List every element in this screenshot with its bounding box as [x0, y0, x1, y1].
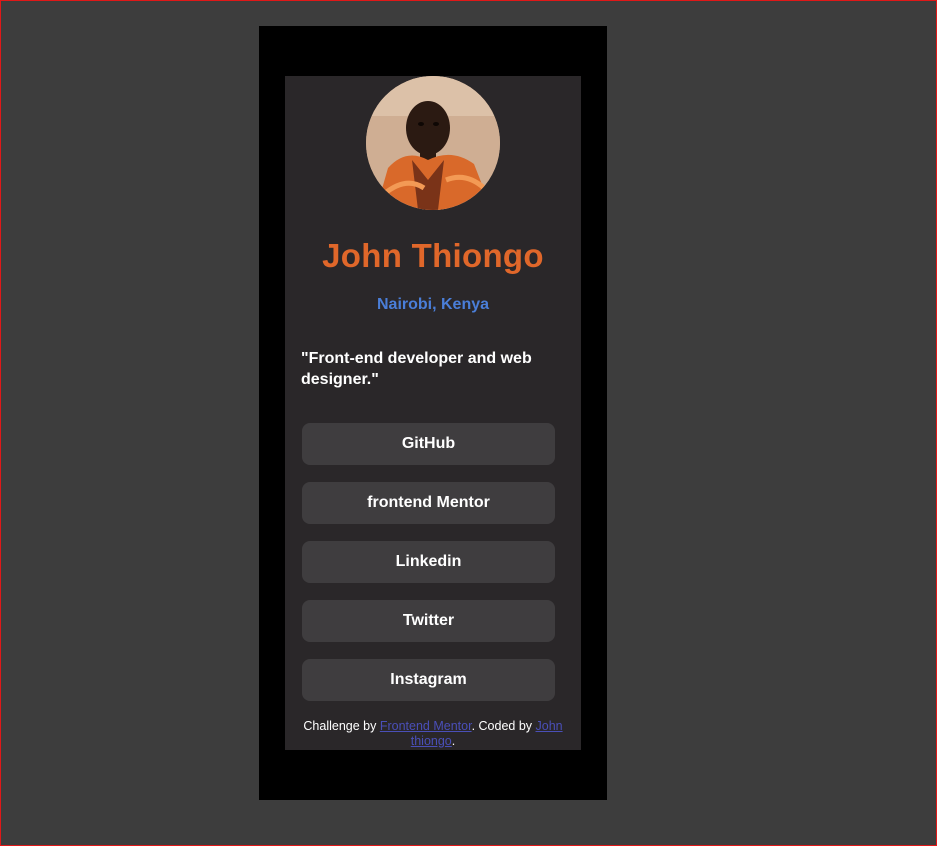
- github-link-button[interactable]: GitHub: [302, 423, 555, 465]
- avatar: [366, 76, 500, 210]
- profile-card: John Thiongo Nairobi, Kenya "Front-end d…: [285, 76, 581, 750]
- linkedin-link-button[interactable]: Linkedin: [302, 541, 555, 583]
- attribution-prefix: Challenge by: [303, 719, 380, 733]
- attribution-suffix: .: [451, 734, 456, 748]
- avatar-photo: [366, 76, 500, 210]
- phone-frame: John Thiongo Nairobi, Kenya "Front-end d…: [259, 26, 607, 800]
- instagram-link-button[interactable]: Instagram: [302, 659, 555, 701]
- profile-location: Nairobi, Kenya: [376, 296, 490, 313]
- profile-name: John Thiongo: [322, 237, 544, 274]
- twitter-link-button[interactable]: Twitter: [302, 600, 555, 642]
- profile-bio: "Front-end developer and web designer.": [301, 350, 532, 388]
- attribution: Challenge by Frontend Mentor. Coded by J…: [285, 719, 581, 749]
- attribution-middle: . Coded by: [471, 719, 536, 733]
- social-links: GitHub frontend Mentor Linkedin Twitter …: [302, 423, 555, 718]
- frontend-mentor-link-button[interactable]: frontend Mentor: [302, 482, 555, 524]
- frontend-mentor-link[interactable]: Frontend Mentor: [380, 719, 472, 733]
